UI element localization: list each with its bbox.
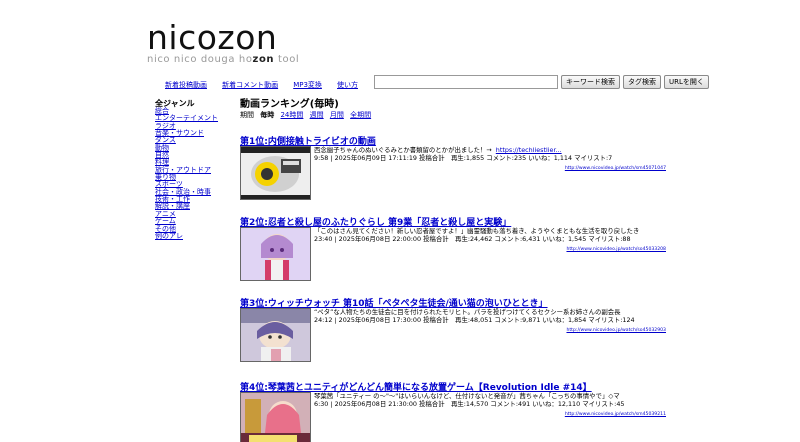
genre-sidebar: 全ジャンル 総合 エンターテイメント ラジオ 音楽・サウンド ダンス 動物 自然…: [155, 99, 235, 240]
video-thumbnail[interactable]: [240, 392, 311, 442]
page-title: 動画ランキング(毎時): [240, 99, 339, 110]
period-weekly[interactable]: 週間: [310, 111, 324, 119]
period-selector: 期間 毎時 24時間 週間 月間 全期間: [240, 111, 670, 120]
entry-description-link[interactable]: https://techliestlier...: [496, 146, 562, 154]
thumbnail-image-3: [241, 309, 310, 361]
entry-body: 琴葉茜「ユニティー の〜"〜"はいらいんなけど、仕付けないと発音が」茜ちゃん「こ…: [240, 392, 670, 442]
period-label: 期間: [240, 111, 254, 119]
toolbar: 新着投稿動画 新着コメント動画 MP3変換 使い方 キーワード検索 タグ検索 U…: [165, 72, 709, 91]
tag-search-button[interactable]: タグ検索: [623, 74, 661, 89]
keyword-search-button[interactable]: キーワード検索: [561, 74, 620, 89]
nav-new-videos[interactable]: 新着投稿動画: [165, 81, 207, 89]
ranking-entry: 第1位:内側接触トライビオの動画 西念幽子ちゃんのぬいぐるみとか書類留のとかが出…: [240, 129, 670, 200]
entry-stats: 23:40 | 2025年06月08日 22:00:00 投稿合計 再生:24,…: [314, 235, 631, 243]
top-nav: 新着投稿動画 新着コメント動画 MP3変換 使い方: [165, 72, 368, 91]
entry-stats: 6:30 | 2025年06月08日 21:30:00 投稿合計 再生:14,5…: [314, 400, 625, 408]
entry-description-text: 西念幽子ちゃんのぬいぐるみとか書類留のとかが出ました！→: [314, 146, 492, 154]
open-url-button[interactable]: URLを開く: [664, 74, 709, 89]
nav-mp3[interactable]: MP3変換: [293, 81, 322, 89]
entry-body: “ペタ”な人物たちの生徒会に目を付けられたモリヒト。パラを投げつけてくるセクシー…: [240, 308, 670, 363]
search-input[interactable]: [374, 74, 558, 89]
video-url-link[interactable]: http://www.nicovideo.jp/watch/so45033208: [566, 247, 666, 252]
ranking-entry: 第3位:ウィッチウォッチ 第10話「ペタペタ生徒会/通い猫の泡いひととき」 “ペ…: [240, 291, 670, 362]
video-thumbnail[interactable]: [240, 146, 311, 200]
nav-howto[interactable]: 使い方: [337, 81, 358, 89]
entry-description: 「このはさん見てください！新しい忍者屋ですよ！」幽霊騒動も落ち着き、ようやくまと…: [314, 227, 640, 235]
logo-title: nicozon: [147, 18, 278, 57]
sidebar-item-rei-no-are[interactable]: 例のアレ: [155, 232, 235, 240]
period-all[interactable]: 全期間: [350, 111, 371, 119]
thumbnail-image-4: [241, 393, 310, 442]
entry-stats: 24:12 | 2025年06月08日 17:30:00 投稿合計 再生:48,…: [314, 316, 635, 324]
ranking-entry: 第4位:琴葉茜とユニティがどんどん簡単になる放置ゲーム【Revolution I…: [240, 375, 670, 442]
video-thumbnail[interactable]: [240, 308, 311, 362]
ranking-main: 動画ランキング(毎時) 期間 毎時 24時間 週間 月間 全期間 第1位:内側接…: [240, 99, 670, 442]
thumbnail-image-1: [241, 147, 310, 199]
logo-sub-pre: nico nico douga ho: [147, 54, 253, 65]
entry-body: 「このはさん見てください！新しい忍者屋ですよ！」幽霊騒動も落ち着き、ようやくまと…: [240, 227, 670, 282]
thumbnail-image-2: [241, 228, 310, 280]
period-24h[interactable]: 24時間: [280, 111, 303, 119]
period-current: 毎時: [260, 111, 275, 119]
video-url-link[interactable]: http://www.nicovideo.jp/watch/so45032903: [566, 328, 666, 333]
entry-description: “ペタ”な人物たちの生徒会に目を付けられたモリヒト。パラを投げつけてくるセクシー…: [314, 308, 621, 316]
video-thumbnail[interactable]: [240, 227, 311, 281]
entry-stats: 9:58 | 2025年06月09日 17:11:19 投稿合計 再生:1,85…: [314, 154, 613, 162]
video-url-link[interactable]: http://www.nicovideo.jp/watch/sm45071047: [565, 166, 666, 171]
video-url-link[interactable]: http://www.nicovideo.jp/watch/sm45039211: [565, 412, 666, 417]
logo-subtitle: nico nico douga hozon tool: [147, 54, 299, 65]
entry-description: 西念幽子ちゃんのぬいぐるみとか書類留のとかが出ました！→ https://tech…: [314, 146, 670, 154]
entry-description: 琴葉茜「ユニティー の〜"〜"はいらいんなけど、仕付けないと発音が」茜ちゃん「こ…: [314, 392, 620, 400]
nav-new-comments[interactable]: 新着コメント動画: [222, 81, 278, 89]
site-logo[interactable]: nicozon nico nico douga hozon tool: [147, 18, 299, 66]
logo-sub-post: tool: [274, 54, 300, 65]
entry-body: 西念幽子ちゃんのぬいぐるみとか書類留のとかが出ました！→ https://tech…: [240, 146, 670, 201]
ranking-entry: 第2位:忍者と殺し屋のふたりぐらし 第9業「忍者と殺し屋と実験」 「このはさん見…: [240, 210, 670, 281]
period-monthly[interactable]: 月間: [330, 111, 344, 119]
logo-sub-bold: zon: [252, 54, 275, 65]
